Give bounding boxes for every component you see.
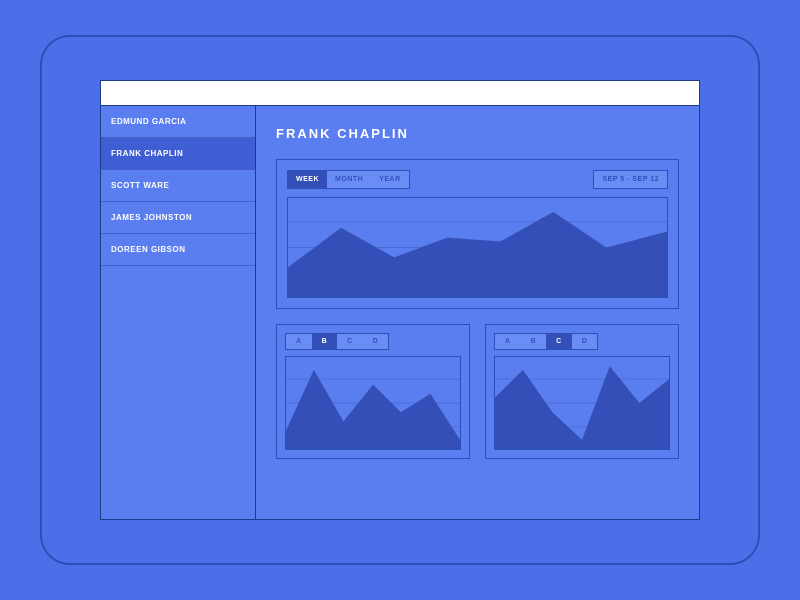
top-chart-card: WEEK MONTH YEAR SEP 5 - SEP 12 [276,159,679,309]
sidebar-item-scott-ware[interactable]: SCOTT WARE [101,170,255,202]
right-seg-d-button[interactable]: D [572,334,598,349]
top-card-controls: WEEK MONTH YEAR SEP 5 - SEP 12 [287,170,668,189]
outer-frame: EDMUND GARCIA FRANK CHAPLIN SCOTT WARE J… [40,35,760,565]
left-segmented-control: A B C D [285,333,389,350]
main-content: FRANK CHAPLIN WEEK MONTH YEAR SEP 5 - SE… [256,106,699,519]
bottom-row: A B C D [276,324,679,459]
period-month-button[interactable]: MONTH [327,171,371,188]
right-seg-b-button[interactable]: B [521,334,547,349]
window-body: EDMUND GARCIA FRANK CHAPLIN SCOTT WARE J… [101,106,699,519]
left-seg-d-button[interactable]: D [363,334,389,349]
right-chart-card: A B C D [485,324,679,459]
sidebar-item-james-johnston[interactable]: JAMES JOHNSTON [101,202,255,234]
sidebar-item-edmund-garcia[interactable]: EDMUND GARCIA [101,106,255,138]
right-segmented-control: A B C D [494,333,598,350]
left-seg-a-button[interactable]: A [286,334,312,349]
titlebar [101,81,699,106]
right-chart [494,356,670,450]
sidebar-item-doreen-gibson[interactable]: DOREEN GIBSON [101,234,255,266]
top-chart [287,197,668,298]
period-year-button[interactable]: YEAR [371,171,408,188]
period-week-button[interactable]: WEEK [288,171,327,188]
app-window: EDMUND GARCIA FRANK CHAPLIN SCOTT WARE J… [100,80,700,520]
left-chart-card: A B C D [276,324,470,459]
date-range-picker[interactable]: SEP 5 - SEP 12 [593,170,668,189]
period-segmented-control: WEEK MONTH YEAR [287,170,410,189]
left-chart [285,356,461,450]
left-seg-b-button[interactable]: B [312,334,338,349]
page-title: FRANK CHAPLIN [276,126,679,141]
right-seg-a-button[interactable]: A [495,334,521,349]
sidebar: EDMUND GARCIA FRANK CHAPLIN SCOTT WARE J… [101,106,256,519]
sidebar-item-frank-chaplin[interactable]: FRANK CHAPLIN [101,138,255,170]
right-seg-c-button[interactable]: C [546,334,572,349]
left-seg-c-button[interactable]: C [337,334,363,349]
